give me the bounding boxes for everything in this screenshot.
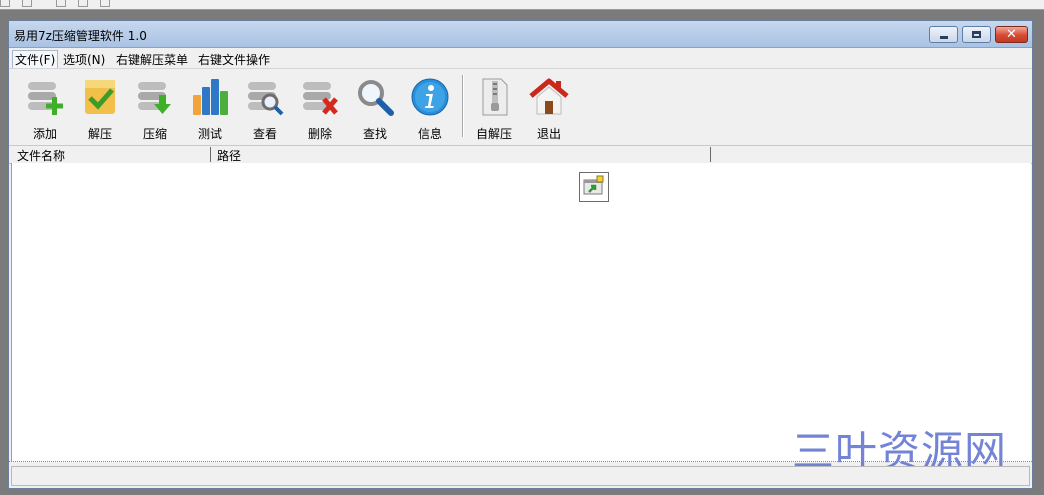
- title-bar[interactable]: 易用7z压缩管理软件 1.0 ✕: [9, 21, 1032, 48]
- extract-label: 解压: [87, 127, 112, 141]
- minimize-icon: [940, 36, 948, 39]
- test-button[interactable]: 测试: [182, 71, 234, 141]
- sfx-zipper-icon: [482, 78, 508, 116]
- add-icon: [28, 82, 63, 115]
- host-icon: [100, 0, 110, 7]
- host-icon: [22, 0, 32, 7]
- add-button[interactable]: 添加: [17, 71, 69, 141]
- host-toolbar-strip: [0, 0, 1044, 10]
- test-label: 测试: [197, 127, 222, 141]
- minimize-button[interactable]: [929, 26, 958, 43]
- delete-icon: [303, 82, 338, 115]
- column-divider[interactable]: [210, 147, 211, 162]
- sfx-label: 自解压: [475, 127, 512, 141]
- view-label: 查看: [252, 127, 277, 141]
- test-chart-icon: [193, 79, 228, 115]
- host-icon: [0, 0, 10, 7]
- search-label: 查找: [362, 127, 387, 141]
- extract-button[interactable]: 解压: [72, 71, 124, 141]
- info-icon: [411, 78, 449, 116]
- maximize-icon: [972, 31, 981, 38]
- menu-bar: 文件(F) 选项(N) 右键解压菜单 右键文件操作: [9, 48, 1032, 69]
- column-divider[interactable]: [710, 147, 711, 162]
- splitter[interactable]: [9, 461, 1032, 464]
- restore-graphic: [583, 175, 604, 195]
- view-icon: [248, 82, 284, 116]
- sfx-button[interactable]: 自解压: [466, 71, 518, 141]
- view-button[interactable]: 查看: [237, 71, 289, 141]
- search-icon: [358, 80, 394, 116]
- restore-window-icon[interactable]: [579, 172, 609, 202]
- exit-button[interactable]: 退出: [521, 71, 573, 141]
- menu-context-file-ops[interactable]: 右键文件操作: [198, 51, 270, 68]
- home-exit-icon: [529, 78, 569, 115]
- menu-file[interactable]: 文件(F): [12, 50, 59, 69]
- menu-context-extract[interactable]: 右键解压菜单: [116, 51, 188, 68]
- column-path[interactable]: 路径: [217, 147, 241, 164]
- toolbar-separator: [462, 75, 464, 137]
- maximize-button[interactable]: [962, 26, 991, 43]
- delete-button[interactable]: 删除: [292, 71, 344, 141]
- menu-options[interactable]: 选项(N): [63, 51, 105, 68]
- exit-label: 退出: [536, 127, 561, 141]
- host-icon: [56, 0, 66, 7]
- add-label: 添加: [32, 127, 57, 141]
- extract-icon: [85, 80, 115, 114]
- compress-button[interactable]: 压缩: [127, 71, 179, 141]
- info-button[interactable]: 信息: [402, 71, 454, 141]
- close-icon: ✕: [1006, 27, 1017, 42]
- compress-label: 压缩: [142, 127, 167, 141]
- host-icon: [78, 0, 88, 7]
- info-label: 信息: [417, 127, 442, 141]
- list-header: 文件名称 路径: [9, 145, 1032, 164]
- app-window: 易用7z压缩管理软件 1.0 ✕ 文件(F) 选项(N) 右键解压菜单 右键文件…: [8, 20, 1033, 489]
- compress-icon: [138, 82, 171, 114]
- delete-label: 删除: [307, 127, 332, 141]
- file-list[interactable]: 三叶资源网: [11, 163, 1031, 476]
- search-button[interactable]: 查找: [347, 71, 399, 141]
- column-filename[interactable]: 文件名称: [17, 147, 65, 164]
- status-bar: [11, 466, 1030, 486]
- toolbar: 添加 解压 压缩 测试 查看 删除 查找 信息 自解压 退出: [9, 68, 1032, 145]
- window-title: 易用7z压缩管理软件 1.0: [14, 29, 147, 43]
- close-button[interactable]: ✕: [995, 26, 1028, 43]
